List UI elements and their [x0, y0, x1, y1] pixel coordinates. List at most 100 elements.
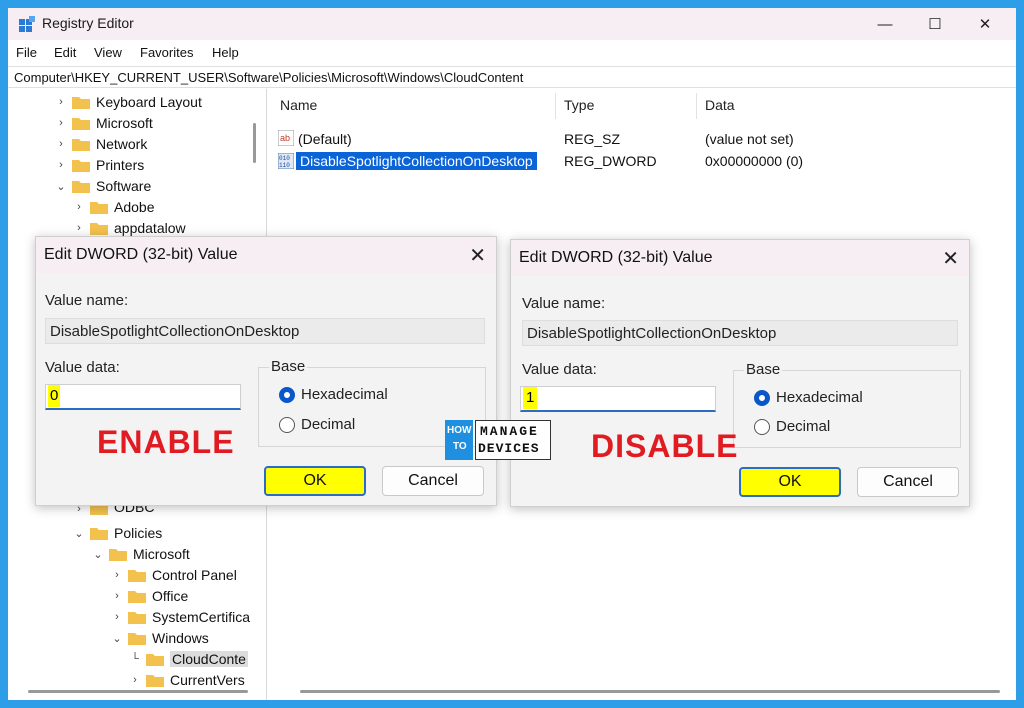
- folder-icon: [128, 568, 146, 582]
- decimal-label: Decimal: [301, 416, 356, 433]
- dialog-title: Edit DWORD (32-bit) Value: [519, 249, 713, 266]
- decimal-radio[interactable]: [279, 417, 295, 433]
- window-title: Registry Editor: [42, 15, 134, 31]
- hexadecimal-radio[interactable]: [754, 390, 770, 406]
- string-value-icon: ab: [278, 130, 294, 146]
- chevron-right-icon[interactable]: ›: [72, 222, 86, 234]
- folder-icon: [72, 179, 90, 193]
- address-bar[interactable]: Computer\HKEY_CURRENT_USER\Software\Poli…: [8, 66, 1016, 88]
- dialog-title-bar[interactable]: Edit DWORD (32-bit) Value ✕: [511, 240, 969, 276]
- minimize-button[interactable]: —: [860, 8, 910, 40]
- close-button[interactable]: ✕: [960, 8, 1010, 40]
- value-type: REG_SZ: [564, 131, 621, 147]
- value-name-label: Value name:: [45, 292, 129, 309]
- how-to-manage-devices-logo: HOW TO MANAGE DEVICES: [445, 420, 553, 460]
- table-row-selected[interactable]: 010 110 DisableSpotlightCollectionOnDesk…: [278, 152, 998, 172]
- tree-connector: └: [131, 653, 139, 665]
- chevron-right-icon[interactable]: ›: [128, 674, 142, 686]
- chevron-right-icon[interactable]: ›: [54, 117, 68, 129]
- chevron-down-icon[interactable]: ⌄: [110, 632, 124, 645]
- value-data-label: Value data:: [522, 361, 597, 378]
- menu-bar: File Edit View Favorites Help: [8, 40, 1016, 64]
- chevron-right-icon[interactable]: ›: [110, 611, 124, 623]
- dialog-title: Edit DWORD (32-bit) Value: [44, 246, 238, 263]
- edit-dword-dialog-disable: Edit DWORD (32-bit) Value ✕ Value name: …: [510, 239, 970, 507]
- close-icon[interactable]: ✕: [469, 243, 486, 268]
- value-data-text: 0: [48, 385, 61, 407]
- menu-edit[interactable]: Edit: [54, 45, 76, 60]
- column-separator[interactable]: [696, 93, 697, 119]
- title-bar[interactable]: Registry Editor — ☐ ✕: [8, 8, 1016, 40]
- column-header-type[interactable]: Type: [564, 97, 594, 113]
- column-header-name[interactable]: Name: [280, 97, 317, 113]
- column-header-data[interactable]: Data: [705, 97, 735, 113]
- tree-item[interactable]: › Printers: [54, 155, 144, 175]
- hexadecimal-radio[interactable]: [279, 387, 295, 403]
- hexadecimal-label: Hexadecimal: [301, 386, 388, 403]
- value-data-input[interactable]: 0: [45, 384, 241, 410]
- menu-view[interactable]: View: [94, 45, 122, 60]
- tree-item[interactable]: ⌄ Microsoft: [91, 544, 189, 564]
- tree-item[interactable]: › Control Panel: [110, 565, 237, 585]
- tree-item[interactable]: › Keyboard Layout: [54, 92, 202, 112]
- base-group: Base Hexadecimal Decimal: [733, 361, 961, 448]
- chevron-down-icon[interactable]: ⌄: [72, 527, 86, 540]
- list-horizontal-scrollbar[interactable]: [300, 690, 1000, 693]
- value-name-label: Value name:: [522, 295, 606, 312]
- tree-item[interactable]: › Office: [110, 586, 188, 606]
- chevron-down-icon[interactable]: ⌄: [91, 548, 105, 561]
- decimal-label: Decimal: [776, 418, 831, 435]
- folder-icon: [146, 673, 164, 687]
- tree-item[interactable]: › SystemCertifica: [110, 607, 250, 627]
- close-icon[interactable]: ✕: [942, 246, 959, 271]
- value-data: (value not set): [705, 131, 794, 147]
- menu-help[interactable]: Help: [212, 45, 239, 60]
- chevron-down-icon[interactable]: ⌄: [54, 180, 68, 193]
- logo-word: HOW: [447, 425, 472, 436]
- tree-item[interactable]: › Microsoft: [54, 113, 153, 133]
- tree-item-selected[interactable]: └ CloudConte: [128, 649, 248, 669]
- tree-item[interactable]: ⌄ Software: [54, 176, 151, 196]
- tree-vertical-scrollbar[interactable]: [253, 123, 256, 163]
- value-name-field[interactable]: DisableSpotlightCollectionOnDesktop: [522, 320, 958, 346]
- value-name-field[interactable]: DisableSpotlightCollectionOnDesktop: [45, 318, 485, 344]
- logo-text-block: MANAGE DEVICES: [475, 420, 551, 460]
- chevron-right-icon[interactable]: ›: [54, 138, 68, 150]
- tree-horizontal-scrollbar[interactable]: [28, 690, 248, 693]
- tree-item[interactable]: › CurrentVers: [128, 670, 245, 690]
- minimize-icon: —: [877, 15, 893, 33]
- value-data-input[interactable]: 1: [520, 386, 716, 412]
- chevron-right-icon[interactable]: ›: [72, 201, 86, 213]
- dialog-title-bar[interactable]: Edit DWORD (32-bit) Value ✕: [36, 237, 496, 273]
- folder-icon: [128, 631, 146, 645]
- ok-button[interactable]: OK: [264, 466, 366, 496]
- ok-button[interactable]: OK: [739, 467, 841, 497]
- tree-item[interactable]: › Network: [54, 134, 147, 154]
- tree-item[interactable]: › appdatalow: [72, 218, 185, 238]
- tree-item[interactable]: › Adobe: [72, 197, 154, 217]
- menu-favorites[interactable]: Favorites: [140, 45, 193, 60]
- chevron-right-icon[interactable]: ›: [110, 569, 124, 581]
- folder-icon: [128, 589, 146, 603]
- maximize-icon: ☐: [928, 16, 942, 33]
- base-label: Base: [744, 361, 783, 378]
- folder-icon: [90, 526, 108, 540]
- cancel-button[interactable]: Cancel: [382, 466, 484, 496]
- logo-word: MANAGE: [480, 424, 539, 439]
- tree-item[interactable]: ⌄ Policies: [72, 523, 162, 543]
- cancel-button[interactable]: Cancel: [857, 467, 959, 497]
- value-data-label: Value data:: [45, 359, 120, 376]
- chevron-right-icon[interactable]: ›: [54, 96, 68, 108]
- column-separator[interactable]: [555, 93, 556, 119]
- value-type: REG_DWORD: [564, 153, 657, 169]
- decimal-radio[interactable]: [754, 419, 770, 435]
- maximize-button[interactable]: ☐: [910, 8, 960, 40]
- chevron-right-icon[interactable]: ›: [54, 159, 68, 171]
- folder-icon: [72, 116, 90, 130]
- chevron-right-icon[interactable]: ›: [110, 590, 124, 602]
- svg-text:110: 110: [279, 162, 290, 169]
- menu-file[interactable]: File: [16, 45, 37, 60]
- table-row[interactable]: ab (Default) REG_SZ (value not set): [278, 130, 998, 150]
- svg-text:010: 010: [279, 155, 290, 162]
- tree-item[interactable]: ⌄ Windows: [110, 628, 208, 648]
